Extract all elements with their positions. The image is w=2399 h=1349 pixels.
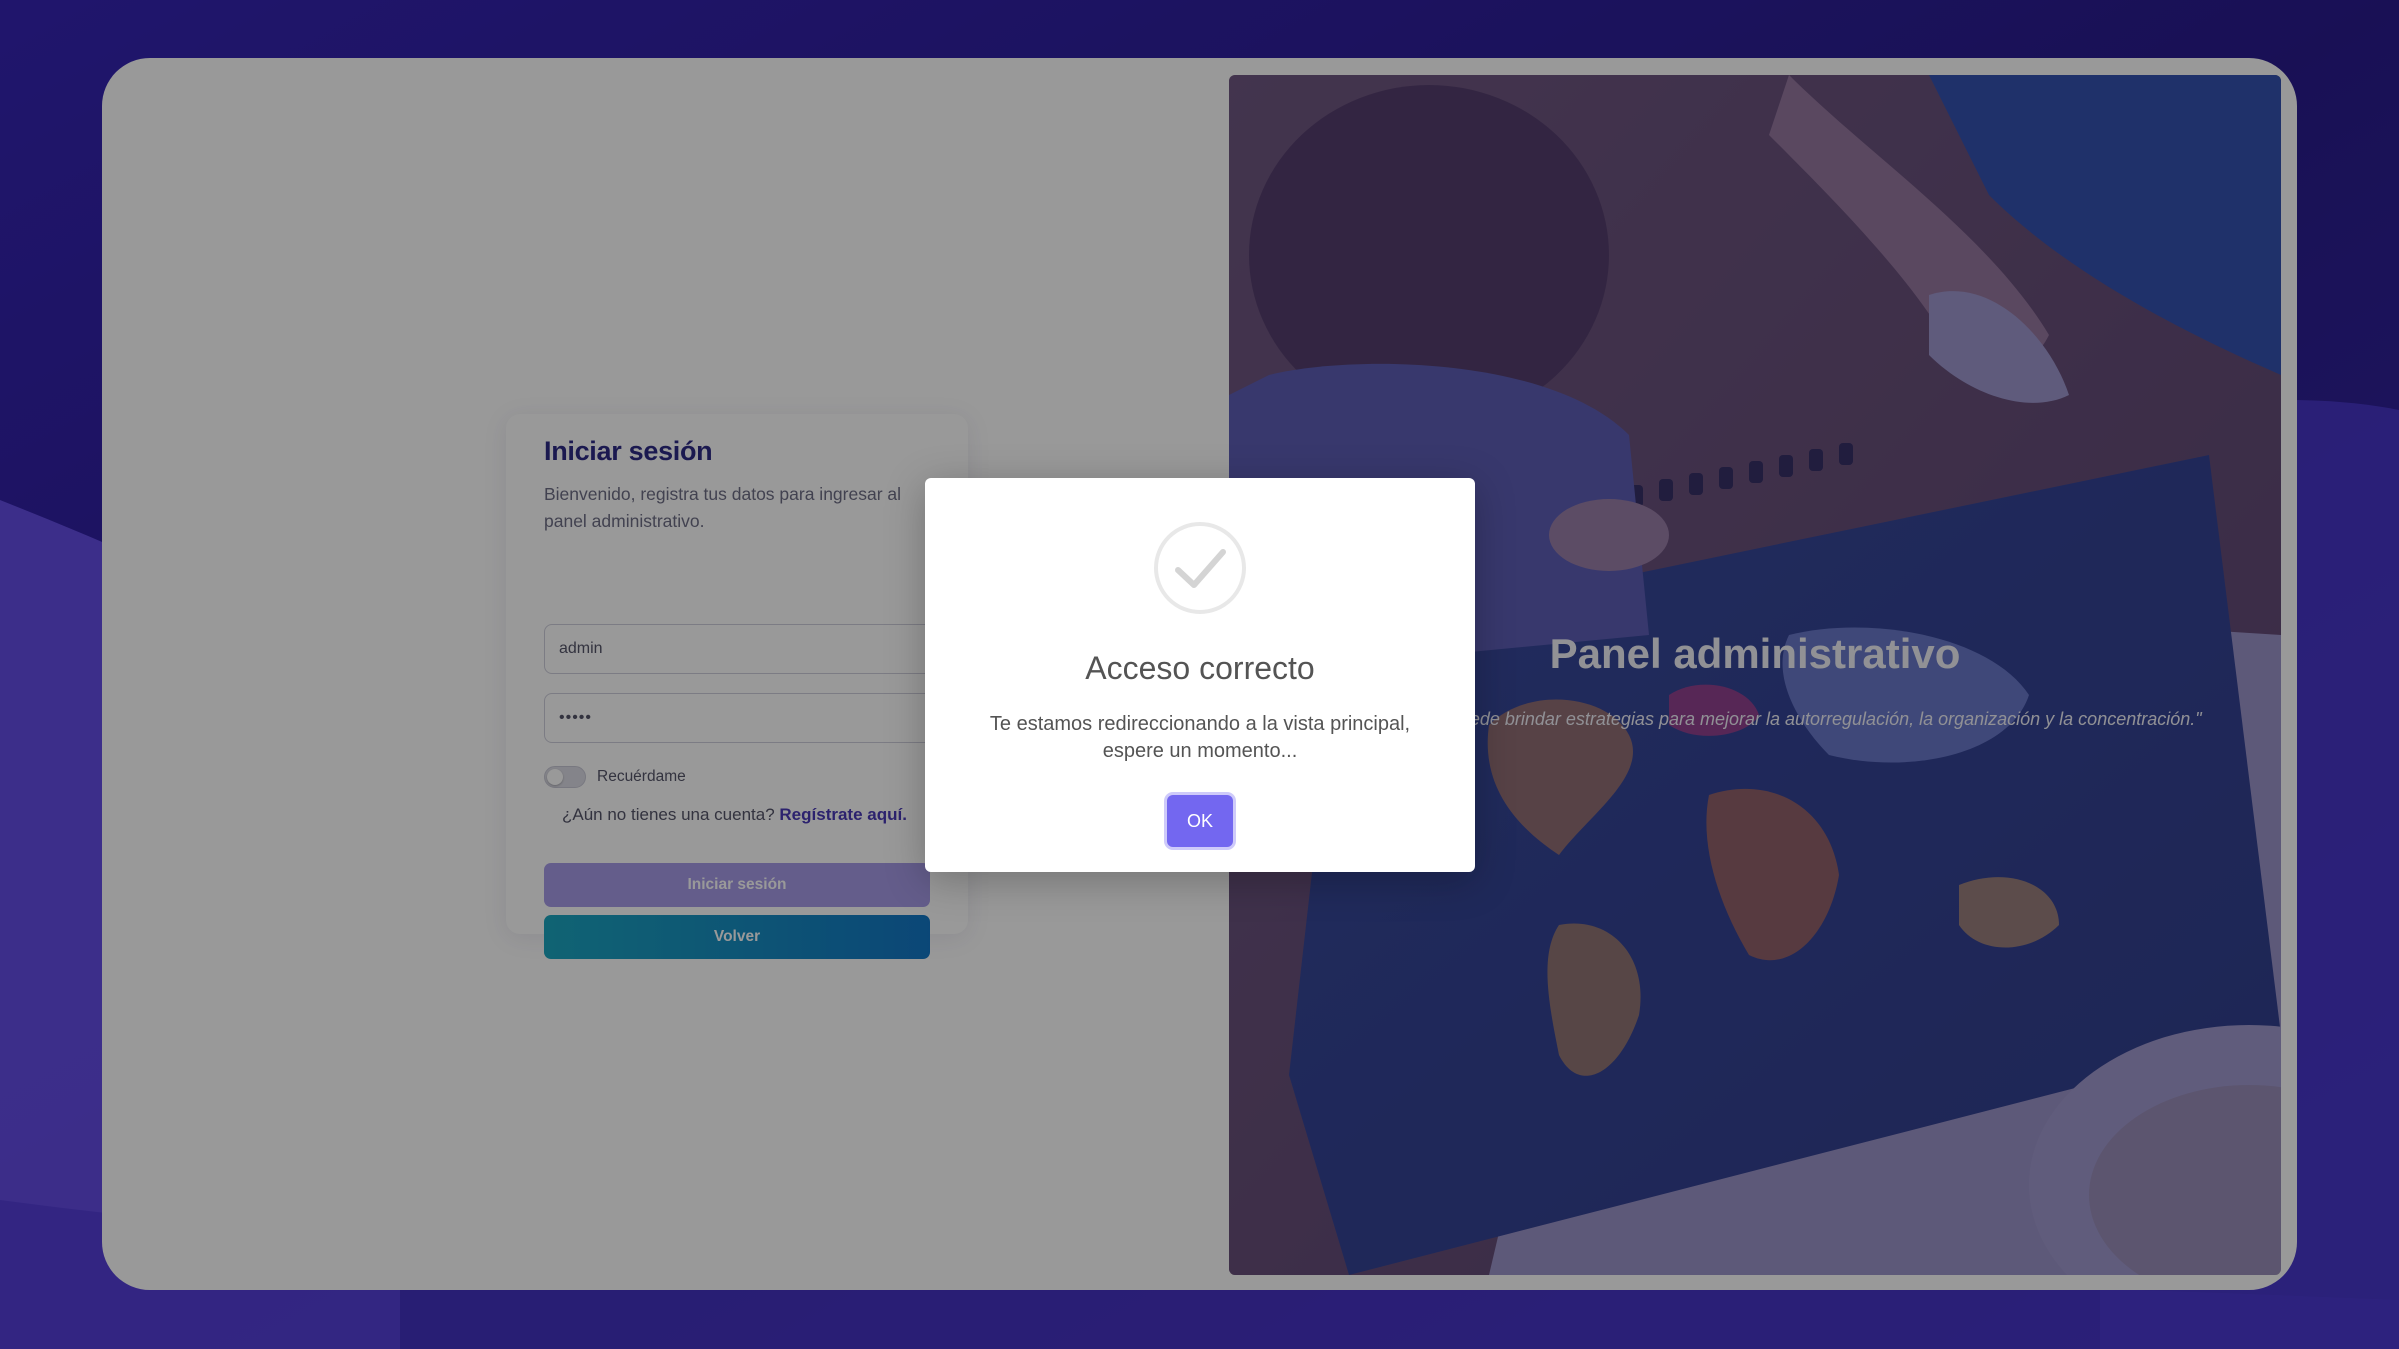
- modal-title: Acceso correcto: [1085, 650, 1315, 686]
- success-modal: Acceso correcto Te estamos redireccionan…: [925, 478, 1475, 872]
- modal-message: Te estamos redireccionando a la vista pr…: [989, 713, 1411, 762]
- check-circle-icon: [1154, 522, 1246, 614]
- ok-button[interactable]: OK: [1167, 795, 1233, 847]
